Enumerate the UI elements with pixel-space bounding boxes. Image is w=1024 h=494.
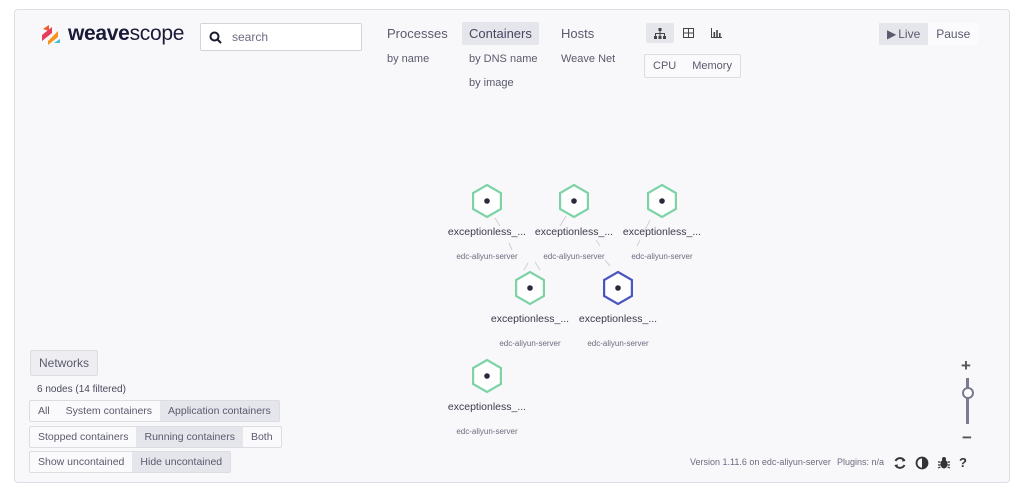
- networks-button[interactable]: Networks: [30, 350, 99, 376]
- node-center-dot: [527, 285, 533, 291]
- zoom-control: + −: [957, 356, 979, 448]
- node-center-dot: [571, 198, 577, 204]
- zoom-in-button[interactable]: +: [961, 356, 971, 376]
- node-center-dot: [484, 198, 490, 204]
- node-center-dot: [615, 285, 621, 291]
- contrast-icon[interactable]: [915, 456, 929, 470]
- help-icon[interactable]: ?: [959, 456, 967, 470]
- node-sublabel: edc-aliyun-server: [587, 339, 649, 348]
- node-label[interactable]: exceptionless_...: [437, 401, 537, 413]
- filter-state-group: Stopped containers Running containers Bo…: [29, 426, 282, 448]
- filter-running-containers[interactable]: Running containers: [136, 427, 243, 447]
- graph-edge: [636, 239, 641, 247]
- container-node[interactable]: [514, 270, 546, 306]
- node-label[interactable]: exceptionless_...: [480, 313, 580, 325]
- container-node[interactable]: [646, 183, 678, 219]
- filter-show-uncontained[interactable]: Show uncontained: [30, 452, 132, 472]
- filter-stopped-containers[interactable]: Stopped containers: [30, 427, 136, 447]
- node-count: 6 nodes (14 filtered): [37, 384, 126, 395]
- footer-icon-group: ?: [893, 456, 967, 470]
- node-center-dot: [484, 373, 490, 379]
- graph-edge: [494, 217, 501, 227]
- container-node[interactable]: [558, 183, 590, 219]
- container-node[interactable]: [472, 358, 502, 394]
- node-sublabel: edc-aliyun-server: [499, 339, 561, 348]
- node-sublabel: edc-aliyun-server: [631, 252, 693, 261]
- node-label[interactable]: exceptionless_...: [437, 226, 537, 238]
- container-node[interactable]: [602, 270, 634, 306]
- filter-all[interactable]: All: [30, 401, 58, 421]
- graph-edge: [508, 242, 513, 251]
- plugins-text: Plugins: n/a: [837, 457, 885, 467]
- container-node[interactable]: [472, 183, 502, 219]
- filter-uncontained-group: Show uncontained Hide uncontained: [29, 451, 232, 473]
- graph-edge: [523, 262, 529, 271]
- zoom-handle[interactable]: [962, 387, 974, 399]
- version-text: Version 1.11.6 on edc-aliyun-server: [690, 457, 831, 467]
- filter-application-containers[interactable]: Application containers: [160, 401, 279, 421]
- filter-type-group: All System containers Application contai…: [29, 400, 280, 422]
- refresh-icon[interactable]: [893, 456, 907, 470]
- graph-edges: [494, 215, 651, 271]
- graph-edge: [534, 261, 541, 271]
- node-sublabel: edc-aliyun-server: [456, 252, 518, 261]
- node-label[interactable]: exceptionless_...: [568, 313, 668, 325]
- zoom-track[interactable]: [966, 378, 969, 424]
- graph-edge: [559, 215, 567, 227]
- zoom-out-button[interactable]: −: [962, 428, 972, 448]
- node-sublabel: edc-aliyun-server: [543, 252, 605, 261]
- node-center-dot: [659, 198, 665, 204]
- graph-edge: [595, 239, 601, 247]
- bug-icon[interactable]: [937, 456, 951, 470]
- node-label[interactable]: exceptionless_...: [612, 226, 712, 238]
- filter-both[interactable]: Both: [243, 427, 281, 447]
- filter-system-containers[interactable]: System containers: [58, 401, 160, 421]
- node-sublabel: edc-aliyun-server: [456, 427, 518, 436]
- node-label[interactable]: exceptionless_...: [524, 226, 624, 238]
- filter-hide-uncontained[interactable]: Hide uncontained: [132, 452, 231, 472]
